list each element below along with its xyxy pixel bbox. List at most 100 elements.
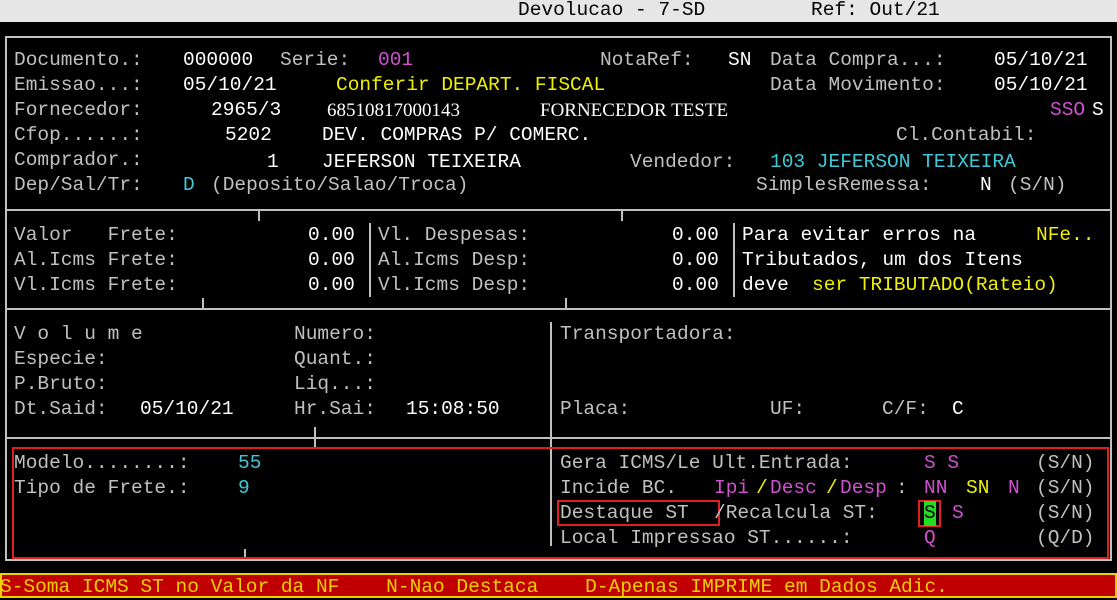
tick (621, 211, 623, 221)
frete-col-divider-1 (369, 223, 371, 297)
fornecedor-label: Fornecedor: (14, 99, 143, 121)
al-icms-desp-label: Al.Icms Desp: (378, 249, 531, 271)
comprador-label: Comprador.: (14, 149, 143, 171)
especie-label: Especie: (14, 348, 108, 370)
placa-label: Placa: (560, 398, 631, 420)
incide-desp-value[interactable]: N (1008, 476, 1020, 501)
modelo-label: Modelo........: (14, 452, 190, 474)
notaref-label: NotaRef: (600, 49, 694, 71)
vl-icms-desp-label: Vl.Icms Desp: (378, 274, 531, 296)
dep-sal-tr-value[interactable]: D (183, 173, 195, 198)
frame-right (1110, 36, 1112, 561)
ssos-flags: SSO (1050, 99, 1086, 121)
note-line-2: Tributados, um dos Itens (742, 249, 1023, 271)
data-compra-label: Data Compra...: (770, 49, 946, 71)
frame-divider-2 (5, 308, 1112, 310)
incide-bc-label: Incide BC. (560, 477, 678, 499)
frame-top (5, 36, 1112, 38)
incide-ipi-value[interactable]: NN (924, 476, 947, 501)
serie-label: Serie: (280, 49, 351, 71)
vendedor-label: Vendedor: (630, 151, 736, 173)
tick (565, 298, 567, 308)
fornecedor-code[interactable]: 2965/3 (211, 98, 281, 123)
recalcula-st-label: /Recalcula ST: (714, 502, 878, 524)
gera-icms-hint: (S/N) (1036, 452, 1095, 474)
destaque-hint: (S/N) (1036, 502, 1095, 524)
hora-saida-label: Hr.Sai: (294, 398, 376, 420)
fornecedor-name: FORNECEDOR TESTE (540, 100, 729, 121)
local-impressao-label: Local Impressao ST......: (560, 527, 853, 549)
gera-icms-label: Gera ICMS/Le Ult.Entrada: (560, 452, 853, 474)
cl-contabil-label: Cl.Contabil: (896, 124, 1037, 146)
vl-icms-frete-value[interactable]: 0.00 (308, 273, 355, 298)
frame-divider-3 (5, 437, 1112, 439)
tipo-frete-value[interactable]: 9 (238, 476, 250, 501)
note-line-1-nfe: NFe.. (1036, 224, 1095, 246)
incide-ipi: Ipi (714, 477, 750, 499)
numero-label: Numero: (294, 323, 376, 345)
destaque-st-label: Destaque ST (560, 502, 689, 524)
cf-value[interactable]: C (952, 397, 964, 422)
status-help-text: S-Soma ICMS ST no Valor da NF N-Nao Dest… (0, 576, 948, 598)
note-line-3: deve (742, 274, 801, 296)
conferir-warning: Conferir DEPART. FISCAL (336, 74, 606, 96)
vl-icms-frete-label: Vl.Icms Frete: (14, 274, 178, 296)
window-title: Devolucao - 7-SD (518, 0, 706, 21)
valor-frete-value[interactable]: 0.00 (308, 223, 355, 248)
title-bar: Devolucao - 7-SD Ref: Out/21 (0, 0, 1117, 22)
vl-despesas-label: Vl. Despesas: (378, 224, 531, 246)
gera-icms-value[interactable]: S S (924, 451, 959, 476)
note-line-3-emphasis: ser TRIBUTADO(Rateio) (812, 274, 1058, 296)
emissao-label: Emissao...: (14, 74, 143, 96)
peso-liquido-label: Liq...: (294, 373, 376, 395)
frame-left (5, 36, 7, 561)
incide-slash-2: / (826, 477, 838, 499)
comprador-code[interactable]: 1 (267, 150, 279, 175)
incide-desc-value[interactable]: SN (966, 476, 989, 501)
vl-despesas-value[interactable]: 0.00 (672, 223, 719, 248)
serie-value[interactable]: 001 (378, 48, 413, 73)
dep-sal-tr-hint: (Deposito/Salao/Troca) (211, 174, 469, 196)
cf-label: C/F: (882, 398, 929, 420)
modelo-value[interactable]: 55 (238, 451, 261, 476)
frame-divider-1 (5, 209, 1112, 211)
dep-sal-tr-label: Dep/Sal/Tr: (14, 174, 143, 196)
notaref-value[interactable]: SN (728, 48, 751, 73)
tick (202, 298, 204, 308)
hora-saida-value[interactable]: 15:08:50 (406, 397, 500, 422)
al-icms-frete-value[interactable]: 0.00 (308, 248, 355, 273)
cfop-value[interactable]: 5202 (225, 123, 272, 148)
simples-remessa-label: SimplesRemessa: (756, 174, 932, 196)
emissao-value[interactable]: 05/10/21 (183, 73, 277, 98)
tipo-frete-label: Tipo de Frete.: (14, 477, 190, 499)
al-icms-desp-value[interactable]: 0.00 (672, 248, 719, 273)
fornecedor-cnpj: 68510817000143 (327, 100, 460, 121)
incide-desp: Desp (840, 477, 887, 499)
vl-icms-desp-value[interactable]: 0.00 (672, 273, 719, 298)
data-movimento-value[interactable]: 05/10/21 (994, 73, 1088, 98)
destaque-st-value[interactable]: S (924, 501, 936, 526)
data-saida-value[interactable]: 05/10/21 (140, 397, 234, 422)
frame-bottom (5, 559, 1112, 561)
simples-remessa-hint: (S/N) (1008, 174, 1067, 196)
incide-hint: (S/N) (1036, 477, 1095, 499)
tick (258, 211, 260, 221)
incide-desc: Desc (770, 477, 817, 499)
note-line-1: Para evitar erros na (742, 224, 988, 246)
al-icms-frete-label: Al.Icms Frete: (14, 249, 178, 271)
recalcula-st-value[interactable]: S (952, 501, 964, 526)
data-compra-value[interactable]: 05/10/21 (994, 48, 1088, 73)
valor-frete-label: Valor Frete: (14, 224, 178, 246)
vendedor-value[interactable]: 103 JEFERSON TEIXEIRA (770, 150, 1016, 175)
uf-label: UF: (770, 398, 806, 420)
cfop-description: DEV. COMPRAS P/ COMERC. (322, 124, 592, 146)
quantidade-label: Quant.: (294, 348, 376, 370)
ssos-flag-last: S (1092, 99, 1104, 121)
local-impressao-value[interactable]: Q (924, 526, 936, 551)
simples-remessa-value[interactable]: N (980, 173, 992, 198)
documento-value[interactable]: 000000 (183, 48, 253, 73)
transportadora-label: Transportadora: (560, 323, 736, 345)
tick (314, 427, 316, 437)
incide-slash-1: / (756, 477, 768, 499)
reference-period: Ref: Out/21 (811, 0, 940, 21)
